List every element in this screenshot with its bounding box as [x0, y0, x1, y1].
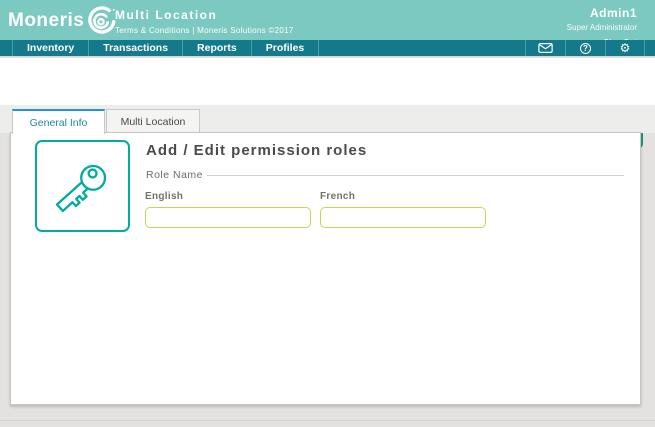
key-icon [55, 164, 106, 213]
nav-item-profiles[interactable]: Profiles [252, 40, 320, 56]
help-icon: ? [580, 42, 591, 54]
english-field-group: English [145, 191, 311, 228]
help-button[interactable]: ? [565, 40, 605, 56]
nav-menu: Inventory Transactions Reports Profiles [12, 40, 320, 56]
french-label: French [320, 191, 356, 202]
role-name-label: Role Name [146, 169, 204, 181]
moneris-swirl-icon [88, 6, 116, 34]
french-input[interactable] [320, 207, 486, 228]
permission-key-badge [35, 140, 130, 232]
tab-multi-location[interactable]: Multi Location [106, 109, 200, 134]
moneris-brand-text: Moneris [8, 10, 85, 31]
nav-icons: ? ⚙ [525, 40, 655, 56]
bottom-divider [0, 420, 655, 421]
settings-button[interactable]: ⚙ [605, 40, 645, 56]
mail-button[interactable] [525, 40, 565, 56]
top-header: Moneris Multi Location Terms & Condition… [0, 0, 655, 47]
app-subtitle: Terms & Conditions | Moneris Solutions ©… [115, 26, 294, 35]
nav-item-inventory[interactable]: Inventory [12, 40, 90, 56]
page-title-band: Permission Roles Home • Employees • Perm… [0, 58, 655, 159]
mail-icon [538, 43, 553, 53]
app-title-block: Multi Location Terms & Conditions | Mone… [115, 8, 294, 35]
french-field-group: French [320, 191, 486, 228]
bottom-strip [0, 405, 655, 427]
user-name: Admin1 [589, 6, 637, 20]
section-divider [207, 174, 624, 176]
form-heading: Add / Edit permission roles [146, 142, 368, 159]
nav-item-transactions[interactable]: Transactions [89, 40, 184, 56]
tab-general-info[interactable]: General Info [12, 109, 105, 134]
role-name-section: Role Name [146, 169, 624, 181]
nav-item-reports[interactable]: Reports [183, 40, 252, 56]
tab-strip: General Info Multi Location [0, 105, 655, 134]
user-role: Super Administrator [566, 23, 637, 32]
moneris-logo: Moneris [8, 6, 116, 36]
app-window: Moneris Multi Location Terms & Condition… [0, 0, 655, 427]
english-label: English [145, 191, 184, 202]
gear-icon: ⚙ [619, 41, 631, 55]
main-nav: Inventory Transactions Reports Profiles … [0, 40, 655, 57]
content-panel: Add / Edit permission roles Role Name En… [10, 132, 641, 405]
app-title: Multi Location [115, 8, 218, 22]
english-input[interactable] [145, 207, 311, 228]
